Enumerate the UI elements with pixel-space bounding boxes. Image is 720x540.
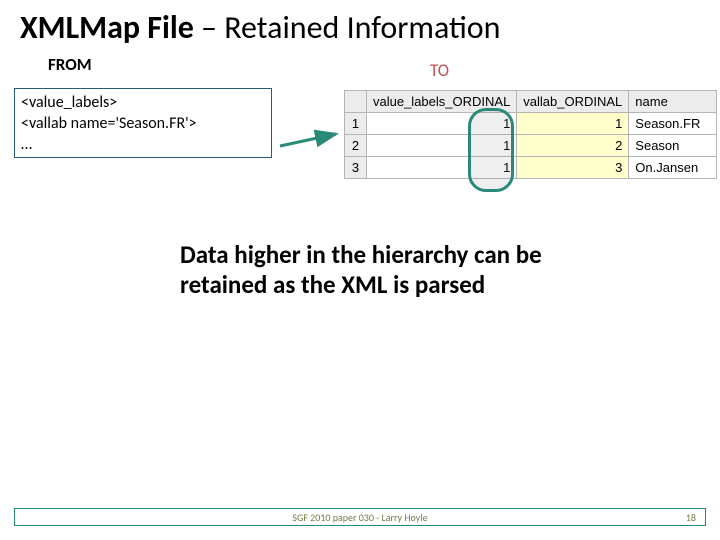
cell: 1 — [367, 135, 517, 157]
slide-title: XMLMap File – Retained Information — [0, 0, 720, 51]
col-header: name — [629, 91, 717, 113]
caption-text: Data higher in the hierarchy can be reta… — [180, 240, 560, 300]
xml-source-box: <value_labels> <vallab name='Season.FR'>… — [14, 88, 272, 158]
footer-citation: SGF 2010 paper 030 - Larry Hoyle — [0, 511, 720, 524]
to-label: TO — [430, 60, 449, 81]
page-number: 18 — [686, 511, 696, 524]
cell: Season — [629, 135, 717, 157]
xml-line: <vallab name='Season.FR'> — [21, 114, 265, 135]
table-row: 2 1 2 Season — [345, 135, 717, 157]
col-header: value_labels_ORDINAL — [367, 91, 517, 113]
arrow-icon — [278, 128, 346, 154]
from-label: FROM — [48, 54, 92, 75]
result-table: value_labels_ORDINAL vallab_ORDINAL name… — [344, 90, 717, 179]
xml-line: <value_labels> — [21, 93, 265, 114]
cell: 1 — [367, 113, 517, 135]
cell: 1 — [517, 113, 629, 135]
cell: Season.FR — [629, 113, 717, 135]
col-header: vallab_ORDINAL — [517, 91, 629, 113]
table-row: 1 1 1 Season.FR — [345, 113, 717, 135]
xml-line: … — [21, 135, 265, 156]
cell: 1 — [367, 157, 517, 179]
row-index: 3 — [345, 157, 367, 179]
title-bold: XMLMap File — [20, 8, 194, 47]
cell: On.Jansen — [629, 157, 717, 179]
row-index: 2 — [345, 135, 367, 157]
title-rest: – Retained Information — [194, 8, 501, 47]
cell: 2 — [517, 135, 629, 157]
table-row: 3 1 3 On.Jansen — [345, 157, 717, 179]
cell: 3 — [517, 157, 629, 179]
row-index: 1 — [345, 113, 367, 135]
table-corner — [345, 91, 367, 113]
